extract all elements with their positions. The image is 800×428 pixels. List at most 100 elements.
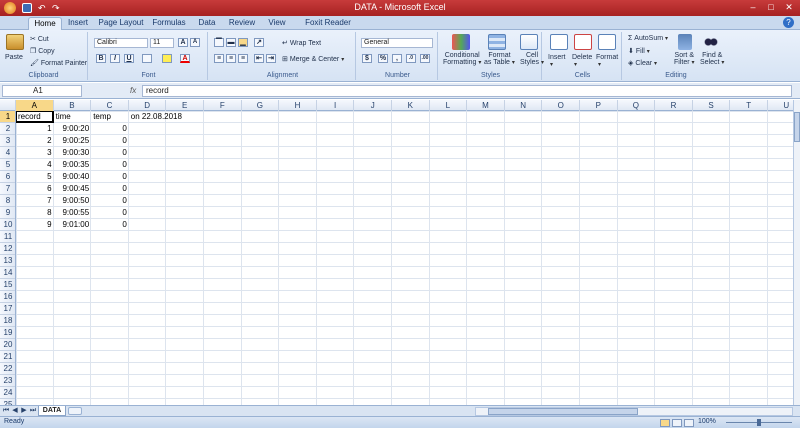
horizontal-scrollbar[interactable]: [475, 407, 793, 416]
row-header-7[interactable]: 7: [0, 183, 15, 195]
last-sheet-icon[interactable]: ⏭: [29, 407, 37, 415]
prev-sheet-icon[interactable]: ◀: [11, 407, 19, 415]
next-sheet-icon[interactable]: ▶: [20, 407, 28, 415]
paste-icon[interactable]: [6, 34, 24, 50]
format-cells-button[interactable]: Format ▾: [596, 54, 618, 68]
row-header-21[interactable]: 21: [0, 351, 15, 363]
fx-icon[interactable]: fx: [130, 86, 136, 95]
insert-sheet-icon[interactable]: [68, 407, 82, 415]
align-left-icon[interactable]: ≡: [214, 54, 224, 63]
comma-button[interactable]: ,: [392, 54, 402, 63]
sheet-tab-data[interactable]: DATA: [38, 406, 66, 416]
column-header-h[interactable]: H: [279, 100, 317, 111]
first-sheet-icon[interactable]: ⏮: [2, 407, 10, 415]
cell-c9[interactable]: 0: [91, 207, 129, 219]
wrap-text-button[interactable]: ↵ Wrap Text: [282, 39, 321, 47]
align-top-icon[interactable]: ▔: [214, 38, 224, 47]
column-header-a[interactable]: A: [16, 100, 54, 111]
row-header-11[interactable]: 11: [0, 231, 15, 243]
align-bottom-icon[interactable]: ▁: [238, 38, 248, 47]
normal-view-icon[interactable]: [660, 419, 670, 427]
vertical-scroll-thumb[interactable]: [794, 112, 800, 142]
column-header-n[interactable]: N: [505, 100, 543, 111]
row-header-13[interactable]: 13: [0, 255, 15, 267]
cell-a9[interactable]: 8: [16, 207, 54, 219]
row-header-2[interactable]: 2: [0, 123, 15, 135]
increase-indent-icon[interactable]: ⇥: [266, 54, 276, 63]
vertical-scrollbar[interactable]: [793, 100, 800, 405]
row-header-20[interactable]: 20: [0, 339, 15, 351]
column-header-i[interactable]: I: [317, 100, 355, 111]
align-right-icon[interactable]: ≡: [238, 54, 248, 63]
formula-input[interactable]: record: [142, 85, 792, 97]
underline-button[interactable]: U: [124, 54, 134, 63]
zoom-slider-knob[interactable]: [757, 419, 761, 426]
tab-formulas[interactable]: Formulas: [150, 17, 188, 30]
sort-filter-button[interactable]: Sort & Filter ▾: [674, 52, 695, 66]
increase-decimal-button[interactable]: .0: [406, 54, 416, 63]
column-header-c[interactable]: C: [91, 100, 129, 111]
help-icon[interactable]: ?: [783, 17, 794, 28]
decrease-decimal-button[interactable]: .00: [420, 54, 430, 63]
italic-button[interactable]: I: [110, 54, 120, 63]
borders-icon[interactable]: [142, 54, 152, 63]
cell-a6[interactable]: 5: [16, 171, 54, 183]
font-size-select[interactable]: 11: [150, 38, 174, 48]
grow-font-button[interactable]: A: [178, 38, 188, 47]
tab-view[interactable]: View: [264, 17, 290, 30]
tab-review[interactable]: Review: [226, 17, 258, 30]
percent-button[interactable]: %: [378, 54, 388, 63]
cell-a4[interactable]: 3: [16, 147, 54, 159]
shrink-font-button[interactable]: A: [190, 38, 200, 47]
row-header-24[interactable]: 24: [0, 387, 15, 399]
align-center-icon[interactable]: ≡: [226, 54, 236, 63]
zoom-level[interactable]: 100%: [698, 418, 716, 425]
cell-b1[interactable]: time: [54, 111, 73, 123]
horizontal-scroll-thumb[interactable]: [488, 408, 638, 415]
cell-b9[interactable]: 9:00:55: [54, 207, 92, 219]
row-header-3[interactable]: 3: [0, 135, 15, 147]
tab-home[interactable]: Home: [28, 17, 62, 30]
cell-styles-button[interactable]: Cell Styles ▾: [520, 52, 544, 66]
cut-button[interactable]: ✂ Cut: [30, 35, 49, 43]
tab-page-layout[interactable]: Page Layout: [96, 17, 146, 30]
cell-b3[interactable]: 9:00:25: [54, 135, 92, 147]
cell-b7[interactable]: 9:00:45: [54, 183, 92, 195]
worksheet-grid[interactable]: record time temp on 22.08.2018 1 9:00:20 0 2 9:0…: [16, 111, 793, 405]
cell-a7[interactable]: 6: [16, 183, 54, 195]
font-name-select[interactable]: Calibri: [94, 38, 148, 48]
copy-button[interactable]: ❐ Copy: [30, 47, 55, 55]
cell-c5[interactable]: 0: [91, 159, 129, 171]
fill-color-icon[interactable]: [162, 54, 172, 63]
cell-c7[interactable]: 0: [91, 183, 129, 195]
cell-b2[interactable]: 9:00:20: [54, 123, 92, 135]
column-header-k[interactable]: K: [392, 100, 430, 111]
merge-center-button[interactable]: ⊞ Merge & Center ▾: [282, 55, 344, 63]
paste-button[interactable]: Paste: [5, 54, 23, 61]
decrease-indent-icon[interactable]: ⇤: [254, 54, 264, 63]
column-header-g[interactable]: G: [242, 100, 280, 111]
row-header-23[interactable]: 23: [0, 375, 15, 387]
font-color-button[interactable]: A: [180, 54, 190, 63]
row-header-14[interactable]: 14: [0, 267, 15, 279]
row-header-16[interactable]: 16: [0, 291, 15, 303]
page-break-view-icon[interactable]: [684, 419, 694, 427]
row-header-15[interactable]: 15: [0, 279, 15, 291]
row-header-10[interactable]: 10: [0, 219, 15, 231]
cell-c6[interactable]: 0: [91, 171, 129, 183]
format-painter-button[interactable]: 🖌 Format Painter: [30, 59, 87, 67]
cell-b4[interactable]: 9:00:30: [54, 147, 92, 159]
column-header-t[interactable]: T: [730, 100, 768, 111]
column-header-j[interactable]: J: [354, 100, 392, 111]
insert-cells-button[interactable]: Insert ▾: [548, 54, 566, 68]
row-header-12[interactable]: 12: [0, 243, 15, 255]
column-header-f[interactable]: F: [204, 100, 242, 111]
number-format-select[interactable]: General: [361, 38, 433, 48]
row-header-8[interactable]: 8: [0, 195, 15, 207]
cell-a3[interactable]: 2: [16, 135, 54, 147]
row-header-22[interactable]: 22: [0, 363, 15, 375]
column-header-e[interactable]: E: [166, 100, 204, 111]
column-header-q[interactable]: Q: [618, 100, 656, 111]
clear-button[interactable]: ◈ Clear ▾: [628, 59, 657, 67]
format-as-table-button[interactable]: Format as Table ▾: [484, 52, 515, 66]
